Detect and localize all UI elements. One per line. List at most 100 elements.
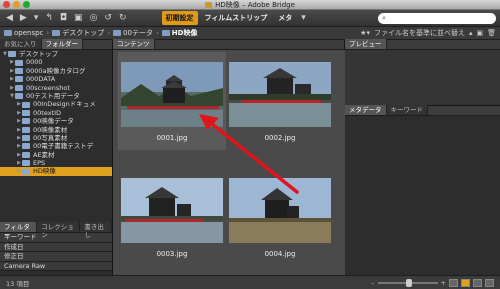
folder-tree-item[interactable]: ▶ 00InDesignドキュメ <box>0 100 112 108</box>
zoom-window-button[interactable] <box>23 1 30 8</box>
list-view-icon[interactable] <box>485 278 494 287</box>
tab-metadata[interactable]: メタデータ <box>345 105 387 115</box>
return-icon[interactable]: ↰ <box>43 12 55 24</box>
tab-content[interactable]: コンテンツ <box>113 39 155 49</box>
left-panel: お気に入り フォルダー ▼ デスクトップ ▶ 0000 ▶ 0000a映像カタログ ▶ 000… <box>0 39 113 275</box>
filter-item[interactable]: 修正日 <box>0 252 112 262</box>
folder-tree-item[interactable]: ▶ 00電子書籍テストデ <box>0 142 112 150</box>
filter-item[interactable]: Camera Raw <box>0 261 112 271</box>
content-panel: コンテンツ 0001.jpg 0002.jpg 0003.jpg 0004.jp… <box>113 39 345 275</box>
folder-icon <box>15 76 23 83</box>
folder-icon <box>15 59 23 66</box>
folder-icon <box>113 30 122 36</box>
filter-item[interactable]: キーワード <box>0 233 112 243</box>
folder-tree-item[interactable]: ▶ 00映像データ <box>0 117 112 125</box>
folder-icon <box>15 84 23 91</box>
thumbnail-filename: 0004.jpg <box>264 250 296 258</box>
breadcrumb-separator: › <box>46 29 50 37</box>
tab-export[interactable]: 書き出し <box>80 222 113 239</box>
filter-item[interactable]: 作成日 <box>0 242 112 252</box>
preview-panel: プレビュー <box>345 39 500 106</box>
folder-icon <box>52 30 61 36</box>
recent-folder-icon[interactable]: ▾ <box>32 12 41 24</box>
breadcrumb-current[interactable]: HD映像 <box>161 28 197 38</box>
folder-icon <box>22 118 30 125</box>
sort-order-icon[interactable]: ▴ <box>469 29 473 37</box>
camera-icon[interactable]: ◘ <box>58 12 69 24</box>
rotate-left-icon[interactable]: ↺ <box>102 12 114 24</box>
breadcrumb-separator: › <box>155 29 159 37</box>
thumbnail-size-slider[interactable] <box>377 278 438 287</box>
metadata-panel: メタデータ キーワード <box>345 105 500 275</box>
thumbnail-view-icon[interactable] <box>461 278 470 287</box>
title-bar: HD映像 – Adobe Bridge <box>0 0 500 10</box>
folder-tree-item[interactable]: ▶ 00textID <box>0 109 112 117</box>
folder-tree-item[interactable]: ▼ 00テスト用データ <box>0 92 112 100</box>
trash-icon[interactable]: 🗑 <box>487 29 496 37</box>
tab-favorites[interactable]: お気に入り <box>0 39 42 49</box>
folder-tree-item[interactable]: ▶ 0000a映像カタログ <box>0 67 112 75</box>
zoom-in-icon[interactable]: + <box>441 279 446 287</box>
rotate-right-icon[interactable]: ↻ <box>117 12 129 24</box>
folder-label: デスクトップ <box>19 50 58 58</box>
folder-label: 00テスト用データ <box>26 91 80 100</box>
right-panel: プレビュー メタデータ キーワード <box>345 39 500 275</box>
folder-label: 000DATA <box>26 75 56 84</box>
zoom-out-icon[interactable]: – <box>371 279 374 287</box>
refine-icon[interactable]: ▣ <box>72 12 85 24</box>
breadcrumb-item[interactable]: openspc <box>4 29 43 37</box>
open-camera-raw-icon[interactable]: ◎ <box>88 12 100 24</box>
thumbnail-filename: 0003.jpg <box>156 250 188 258</box>
tab-preview[interactable]: プレビュー <box>345 39 387 49</box>
folder-label: AE素材 <box>33 150 55 159</box>
folder-icon <box>22 160 30 167</box>
search-input[interactable]: ⌕ <box>378 12 496 24</box>
tab-keywords[interactable]: キーワード <box>386 105 428 115</box>
lock-grid-icon[interactable] <box>449 278 458 287</box>
folder-label: 0000 <box>26 58 43 67</box>
folder-icon <box>22 109 30 116</box>
folder-tree-item[interactable]: ▶ EPS <box>0 159 112 167</box>
star-filter-icon[interactable]: ★▾ <box>360 29 370 37</box>
breadcrumb-item[interactable]: デスクトップ <box>52 28 104 38</box>
workspace-menu-icon[interactable]: ▾ <box>299 12 308 24</box>
folder-icon <box>22 143 30 150</box>
folder-label: 00映像データ <box>33 117 74 126</box>
workspace-filmstrip[interactable]: フィルムストリップ <box>201 11 272 25</box>
workspace-meta[interactable]: メタ <box>274 11 296 25</box>
main-toolbar: ◀ ▶ ▾ ↰ ◘ ▣ ◎ ↺ ↻ 初期設定 フィルムストリップ メタ ▾ ⌕ <box>0 10 500 27</box>
tab-collection[interactable]: コレクション <box>37 222 81 239</box>
folder-tree-item[interactable]: ▶ 000DATA <box>0 75 112 83</box>
tab-filter[interactable]: フィルター <box>0 222 38 239</box>
folder-icon <box>22 135 30 142</box>
folder-tree-item[interactable]: ▶ HD映像 <box>0 167 112 176</box>
filter-panel-tabs: フィルター コレクション 書き出し <box>0 222 113 239</box>
sort-menu[interactable]: ファイル名を基準に並べ替え <box>374 28 465 38</box>
breadcrumb-item[interactable]: 00テータ <box>113 28 153 38</box>
folder-tree-item[interactable]: ▶ 00映像素材 <box>0 126 112 134</box>
view-controls: – + <box>371 278 494 287</box>
folder-tree-item[interactable]: ▶ 00screenshot <box>0 84 112 92</box>
folder-tree-item[interactable]: ▶ AE素材 <box>0 151 112 159</box>
folder-tree-item[interactable]: ▼ デスクトップ <box>0 50 112 58</box>
minimize-window-button[interactable] <box>13 1 20 8</box>
folder-label: 00screenshot <box>26 83 70 92</box>
folder-label: HD映像 <box>33 167 56 176</box>
slider-knob[interactable] <box>405 278 412 287</box>
back-icon[interactable]: ◀ <box>4 12 15 24</box>
item-count: 13 項目 <box>6 279 30 288</box>
workspace-default[interactable]: 初期設定 <box>161 11 198 25</box>
close-window-button[interactable] <box>3 1 10 8</box>
tab-folders[interactable]: フォルダー <box>41 39 83 49</box>
computer-icon <box>4 30 12 36</box>
left-panel-tabs: お気に入り フォルダー <box>0 39 112 50</box>
forward-icon[interactable]: ▶ <box>18 12 29 24</box>
folder-icon <box>161 30 170 36</box>
preview-panel-tabs: プレビュー <box>345 39 500 50</box>
folder-icon <box>15 67 23 74</box>
new-folder-icon[interactable]: ▣ <box>476 29 483 37</box>
folder-label: 00textID <box>33 108 62 117</box>
folder-icon <box>205 1 213 8</box>
detail-view-icon[interactable] <box>473 278 482 287</box>
folder-tree-item[interactable]: ▶ 0000 <box>0 58 112 66</box>
